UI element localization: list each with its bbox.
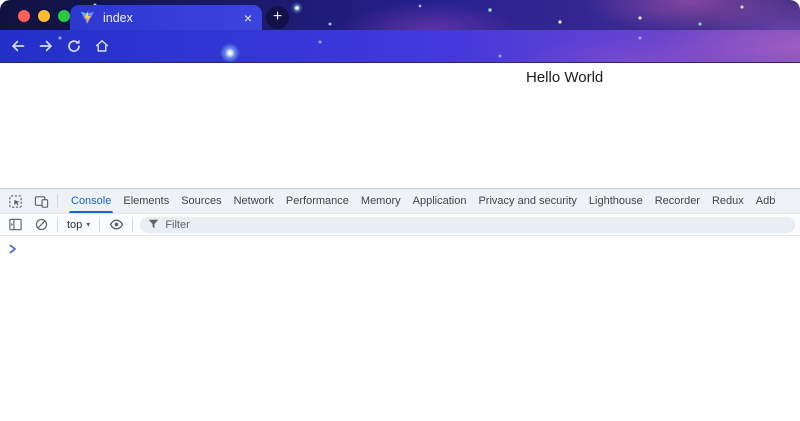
divider: [132, 218, 133, 232]
devtools-tab-elements[interactable]: Elements: [117, 189, 175, 213]
vite-favicon-icon: [80, 10, 95, 25]
devtools-tab-privacy-and-security[interactable]: Privacy and security: [472, 189, 582, 213]
back-button[interactable]: [10, 38, 26, 54]
chevron-down-icon: ▾: [86, 221, 90, 229]
home-button[interactable]: [94, 38, 110, 54]
page-viewport: Hello World: [0, 63, 800, 188]
new-tab-button[interactable]: +: [266, 6, 289, 29]
divider: [57, 194, 58, 208]
browser-tab[interactable]: index ×: [70, 5, 262, 30]
divider: [57, 218, 58, 232]
browser-toolbar: localhost:3000/index G ☆: [0, 30, 800, 63]
context-label: top: [67, 219, 82, 231]
devtools-tab-adblock[interactable]: Adb: [750, 189, 782, 213]
console-filter[interactable]: [140, 217, 795, 233]
devtools-tab-recorder[interactable]: Recorder: [649, 189, 706, 213]
console-output-area[interactable]: [0, 236, 800, 421]
window-zoom-button[interactable]: [58, 10, 70, 22]
context-selector[interactable]: top ▾: [65, 219, 92, 231]
console-prompt-icon: [9, 244, 17, 254]
tab-strip: index × +: [0, 0, 800, 30]
divider: [99, 218, 100, 232]
tab-title: index: [103, 11, 133, 25]
devtools-tab-lighthouse[interactable]: Lighthouse: [583, 189, 649, 213]
devtools-tab-memory[interactable]: Memory: [355, 189, 407, 213]
devtools-tab-application[interactable]: Application: [407, 189, 473, 213]
devtools-tab-network[interactable]: Network: [228, 189, 280, 213]
reload-button[interactable]: [66, 38, 82, 54]
live-expression-eye-icon[interactable]: [107, 217, 125, 233]
window-minimize-button[interactable]: [38, 10, 50, 22]
devtools-tab-redux[interactable]: Redux: [706, 189, 750, 213]
forward-button[interactable]: [38, 38, 54, 54]
window-controls: [18, 10, 70, 22]
funnel-icon: [148, 219, 159, 230]
filter-input[interactable]: [165, 219, 787, 231]
devtools-tab-console[interactable]: Console: [65, 189, 117, 213]
window-close-button[interactable]: [18, 10, 30, 22]
devtools-tab-sources[interactable]: Sources: [175, 189, 227, 213]
devtools-panel: Console Elements Sources Network Perform…: [0, 188, 800, 421]
console-toolbar: top ▾: [0, 214, 800, 236]
inspect-element-icon[interactable]: [6, 193, 24, 209]
page-body-text: Hello World: [526, 69, 603, 86]
device-toolbar-icon[interactable]: [32, 193, 50, 209]
tab-close-icon[interactable]: ×: [244, 11, 252, 25]
console-sidebar-icon[interactable]: [6, 217, 24, 233]
browser-window: index × +: [0, 0, 800, 421]
devtools-tab-performance[interactable]: Performance: [280, 189, 355, 213]
devtools-tab-bar: Console Elements Sources Network Perform…: [0, 189, 800, 214]
clear-console-icon[interactable]: [32, 217, 50, 233]
